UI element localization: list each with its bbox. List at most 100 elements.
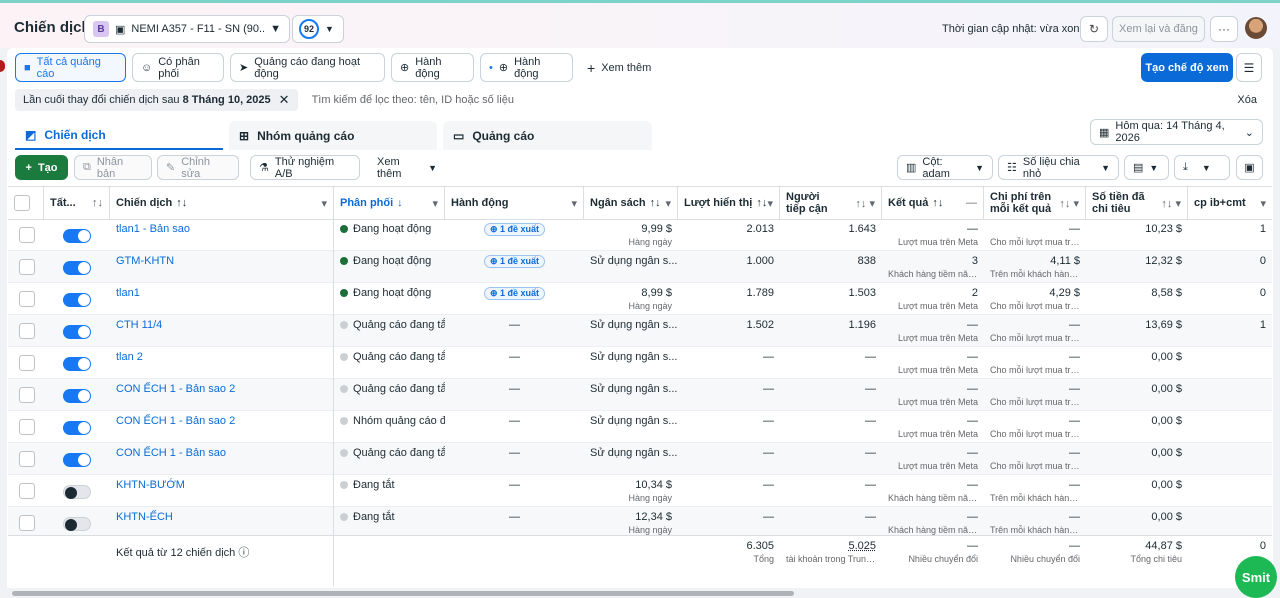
row-checkbox[interactable] [19, 483, 35, 499]
breakdown-button[interactable]: ☷ Số liệu chia nhỏ ▼ [998, 155, 1119, 180]
more-button[interactable]: ··· [1210, 16, 1238, 42]
row-checkbox[interactable] [19, 419, 35, 435]
col-cp-ib-cmt[interactable]: cp ib+cmt ▾ [1188, 187, 1272, 219]
totals-cost-per-result: — Nhiều chuyển đổi [984, 536, 1086, 568]
sort-icon: ↑↓ ▾ [1059, 197, 1079, 210]
row-checkbox[interactable] [19, 387, 35, 403]
campaign-name-link[interactable]: KHTN-BƯỚM [116, 479, 185, 491]
more-actions-button[interactable]: Xem thêm ▼ [368, 155, 446, 180]
col-label: cp ib+cmt [1194, 197, 1246, 209]
row-checkbox[interactable] [19, 515, 35, 531]
filter-chip[interactable]: Lần cuối thay đổi chiến dịch sau 8 Tháng… [15, 89, 298, 111]
flask-icon: ⚗ [259, 162, 269, 174]
campaign-toggle[interactable] [63, 229, 91, 243]
campaign-toggle[interactable] [63, 517, 91, 531]
smit-widget-button[interactable]: Smit [1235, 556, 1277, 598]
campaign-name-link[interactable]: CON ẾCH 1 - Bản sao 2 [116, 415, 235, 427]
campaign-name-link[interactable]: CON ẾCH 1 - Bản sao 2 [116, 383, 235, 395]
horizontal-scrollbar[interactable] [12, 591, 794, 596]
campaign-toggle[interactable] [63, 453, 91, 467]
budget-value: Sử dụng ngân s... [590, 255, 678, 267]
toggle-knob [78, 454, 90, 466]
opportunity-score[interactable]: 92 ▼ [292, 15, 344, 43]
col-label: Chi phí trên mỗi kết quả [990, 191, 1052, 215]
cost-per-result-value: — [1069, 415, 1080, 427]
select-all-checkbox[interactable] [14, 195, 30, 211]
row-checkbox[interactable] [19, 259, 35, 275]
filter-delivery[interactable]: ☺ Có phân phối [132, 53, 224, 82]
delivery-status: Quảng cáo đang tắt [353, 351, 445, 363]
row-checkbox[interactable] [19, 355, 35, 371]
campaign-name-link[interactable]: tlan 2 [116, 351, 143, 363]
search-input[interactable]: Tìm kiếm để lọc theo: tên, ID hoặc số li… [312, 94, 514, 106]
ab-test-button[interactable]: ⚗ Thử nghiệm A/B [250, 155, 360, 180]
page-title: Chiến dịch [14, 19, 91, 36]
suggestion-label: 1 đề xuất [500, 224, 540, 234]
avatar[interactable] [1245, 17, 1267, 39]
campaign-name-link[interactable]: tlan1 [116, 287, 140, 299]
arrow-circle-icon: ⊕ [498, 62, 509, 74]
col-amount-spent[interactable]: Số tiền đã chi tiêu ↑↓ ▾ [1086, 187, 1188, 219]
view-settings-button[interactable]: ☰ [1236, 53, 1262, 82]
create-button[interactable]: + Tạo [15, 155, 68, 180]
result-sub: Lượt mua trên Meta [898, 301, 978, 311]
filter-active-ads[interactable]: ➤ Quảng cáo đang hoạt động [230, 53, 385, 82]
account-selector[interactable]: B ▣ NEMI A357 - F11 - SN (90... ▼ [84, 15, 290, 43]
col-results[interactable]: Kết quả ↑↓ — [882, 187, 984, 219]
row-checkbox[interactable] [19, 227, 35, 243]
col-cost-per-result[interactable]: Chi phí trên mỗi kết quả ↑↓ ▾ [984, 187, 1086, 219]
col-budget[interactable]: Ngân sách ↑↓ ▾ [584, 187, 678, 219]
campaign-toggle[interactable] [63, 293, 91, 307]
review-publish-button[interactable]: Xem lại và đăng [1112, 16, 1205, 42]
date-range-picker[interactable]: ▦ Hôm qua: 14 Tháng 4, 2026 ⌄ [1090, 119, 1263, 145]
close-icon[interactable]: ✕ [279, 92, 290, 108]
row-checkbox[interactable] [19, 291, 35, 307]
campaign-name-link[interactable]: tlan1 - Bản sao [116, 223, 190, 235]
col-delivery[interactable]: Phân phối ↓ ▾ [334, 187, 445, 219]
totals-sub: Tổng [753, 554, 774, 564]
row-checkbox[interactable] [19, 451, 35, 467]
campaign-name-link[interactable]: CTH 11/4 [116, 319, 162, 331]
refresh-button[interactable]: ↻ [1080, 16, 1108, 42]
edit-button[interactable]: ✎ Chỉnh sửa [157, 155, 239, 180]
col-actions[interactable]: Hành động ▾ [445, 187, 584, 219]
suggestion-badge[interactable]: ⊕ 1 đề xuất [483, 287, 546, 300]
cost-per-result-sub: Cho mỗi lượt mua trên... [990, 365, 1080, 375]
campaign-toggle[interactable] [63, 389, 91, 403]
duplicate-button[interactable]: ⧉ Nhân bản [74, 155, 152, 180]
reports-button[interactable]: ▤ ▼ [1124, 155, 1169, 180]
filter-actions-2[interactable]: • ⊕ Hành động [480, 53, 573, 82]
tab-ads[interactable]: ▭ Quảng cáo [443, 121, 652, 150]
tab-campaigns[interactable]: ◩ Chiến dịch [15, 121, 223, 150]
filter-actions-1[interactable]: ⊕ Hành động [391, 53, 474, 82]
column-divider [333, 186, 334, 586]
campaign-toggle[interactable] [63, 357, 91, 371]
suggestion-badge[interactable]: ⊕ 1 đề xuất [483, 223, 546, 236]
delivery-status: Đang hoạt động [353, 223, 432, 235]
tab-adsets[interactable]: ⊞ Nhóm quảng cáo [229, 121, 437, 150]
col-impressions[interactable]: Lượt hiển thị ↑↓ ▾ [678, 187, 780, 219]
col-toggle[interactable]: Tất... ↑↓ [44, 187, 110, 219]
columns-button[interactable]: ▥ Cột: adam ▼ [897, 155, 993, 180]
campaign-toggle[interactable] [63, 421, 91, 435]
campaign-name-link[interactable]: CON ẾCH 1 - Bản sao [116, 447, 226, 459]
campaign-toggle[interactable] [63, 325, 91, 339]
filter-all-ads[interactable]: ■ Tất cả quảng cáo [15, 53, 126, 82]
result-value: — [967, 511, 978, 523]
chart-toggle-button[interactable]: ▣ [1236, 155, 1263, 180]
create-view-button[interactable]: Tạo chế độ xem [1141, 53, 1233, 82]
table-body: tlan1 - Bản sao Đang hoạt động ⊕ 1 đề xuất… [8, 219, 1272, 539]
export-button[interactable]: ⤓ ▼ [1174, 155, 1230, 180]
clear-link[interactable]: Xóa [1237, 94, 1257, 106]
suggestion-badge[interactable]: ⊕ 1 đề xuất [483, 255, 546, 268]
more-filters-link[interactable]: + Xem thêm [587, 60, 651, 76]
col-reach[interactable]: Người tiếp cận ↑↓ ▾ [780, 187, 882, 219]
row-checkbox[interactable] [19, 323, 35, 339]
filter-label: Quảng cáo đang hoạt động [254, 55, 361, 80]
campaign-toggle[interactable] [63, 485, 91, 499]
campaign-toggle[interactable] [63, 261, 91, 275]
info-icon[interactable]: ⓘ [238, 547, 249, 559]
col-campaign[interactable]: Chiến dịch ↑↓ ▾ [110, 187, 334, 219]
campaign-name-link[interactable]: KHTN-ẾCH [116, 511, 173, 523]
campaign-name-link[interactable]: GTM-KHTN [116, 255, 174, 267]
